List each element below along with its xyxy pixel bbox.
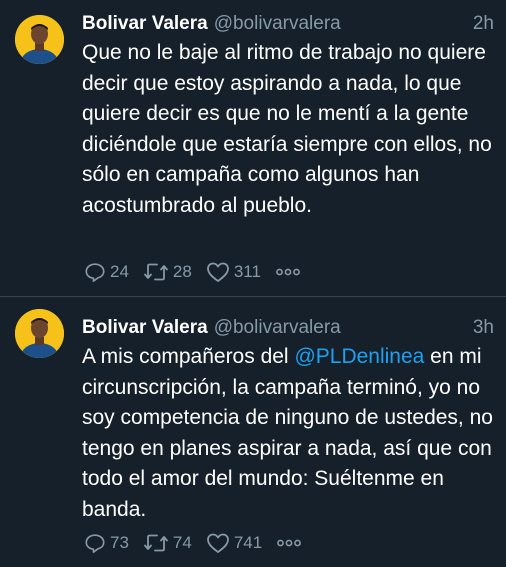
retweet-icon <box>144 534 168 552</box>
tweet-timestamp[interactable]: 2h <box>473 11 494 37</box>
avatar[interactable] <box>15 15 64 64</box>
heart-icon <box>206 533 229 553</box>
tweet[interactable]: Bolivar Valera @bolivarvalera 3h A mis co… <box>0 297 506 567</box>
reply-count: 73 <box>110 533 129 552</box>
reply-icon <box>85 534 105 553</box>
heart-icon <box>206 262 229 282</box>
reply-button[interactable]: 24 <box>84 261 129 283</box>
like-button[interactable]: 741 <box>206 532 262 554</box>
avatar[interactable] <box>15 309 64 358</box>
retweet-count: 74 <box>172 533 192 552</box>
like-count: 741 <box>233 533 263 552</box>
tweet-actions: 24 28 311 <box>84 260 301 284</box>
tweet-text-after: en mi circunscripción, la campaña termin… <box>82 345 493 521</box>
tweet-timestamp[interactable]: 3h <box>473 315 494 341</box>
author-name[interactable]: Bolivar Valera <box>82 13 208 34</box>
reply-count: 24 <box>110 262 129 281</box>
tweet-actions: 73 74 741 <box>84 531 302 555</box>
more-icon[interactable] <box>276 538 302 548</box>
retweet-button[interactable]: 28 <box>143 261 192 283</box>
author-handle[interactable]: @bolivarvalera <box>214 13 341 34</box>
reply-icon <box>85 263 105 282</box>
author-handle[interactable]: @bolivarvalera <box>214 317 341 338</box>
avatar-photo <box>15 309 64 358</box>
author-name[interactable]: Bolivar Valera <box>82 317 208 338</box>
tweet-header: Bolivar Valera @bolivarvalera 3h <box>82 315 494 341</box>
mention-link[interactable]: @PLDenlinea <box>294 345 424 368</box>
tweet-text-before: A mis compañeros del <box>82 345 295 368</box>
tweet[interactable]: Bolivar Valera @bolivarvalera 2h Que no l… <box>0 0 506 296</box>
tweet-text: A mis compañeros del @PLDenlinea en mi c… <box>82 342 502 525</box>
tweet-header: Bolivar Valera @bolivarvalera 2h <box>82 11 494 37</box>
retweet-button[interactable]: 74 <box>143 532 192 554</box>
retweet-count: 28 <box>172 262 192 281</box>
tweet-text: Que no le baje al ritmo de trabajo no qu… <box>82 41 492 217</box>
retweet-icon <box>144 263 168 281</box>
avatar-photo <box>15 15 64 64</box>
like-count: 311 <box>233 262 261 281</box>
reply-button[interactable]: 73 <box>84 532 129 554</box>
like-button[interactable]: 311 <box>206 261 261 283</box>
more-icon[interactable] <box>275 267 301 277</box>
